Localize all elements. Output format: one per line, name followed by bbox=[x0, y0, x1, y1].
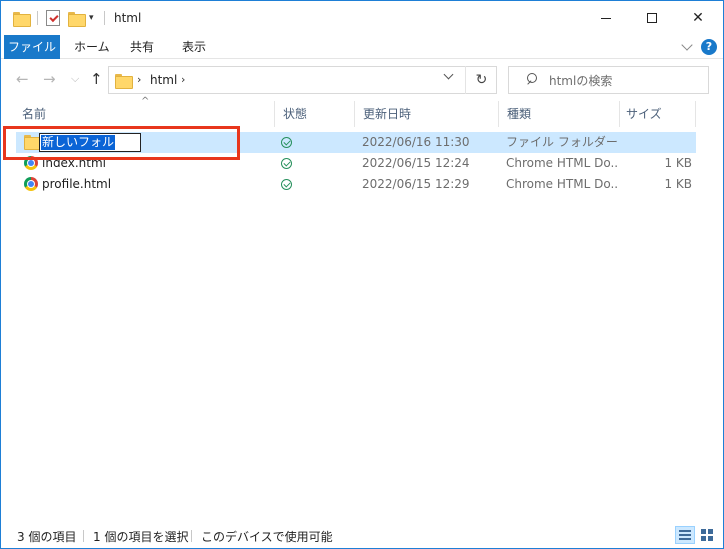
file-type: Chrome HTML Do... bbox=[506, 177, 618, 191]
column-size[interactable]: サイズ bbox=[620, 101, 695, 127]
column-status[interactable]: 状態 bbox=[277, 101, 354, 127]
address-dropdown-icon[interactable] bbox=[443, 69, 454, 80]
tab-share[interactable]: 共有 bbox=[121, 35, 163, 59]
file-size: 1 KB bbox=[664, 177, 692, 191]
tab-home[interactable]: ホーム bbox=[65, 35, 119, 59]
item-count: 3 個の項目 bbox=[17, 530, 77, 544]
column-divider[interactable] bbox=[498, 101, 499, 127]
synced-status-icon bbox=[281, 179, 292, 190]
search-icon bbox=[526, 73, 537, 84]
toolbar-divider bbox=[104, 11, 105, 25]
file-size bbox=[626, 132, 692, 153]
column-type[interactable]: 種類 bbox=[501, 101, 618, 127]
tab-view[interactable]: 表示 bbox=[173, 35, 215, 59]
back-button[interactable]: ← bbox=[16, 70, 29, 88]
breadcrumb-html[interactable]: html bbox=[150, 73, 177, 87]
minimize-button[interactable] bbox=[583, 1, 629, 35]
details-view-button[interactable] bbox=[675, 526, 695, 544]
expand-ribbon-icon[interactable] bbox=[681, 39, 693, 51]
modified-date: 2022/06/16 11:30 bbox=[362, 135, 470, 149]
customize-toolbar-dropdown-icon[interactable]: ▾ bbox=[89, 9, 94, 27]
toolbar-divider bbox=[37, 11, 38, 25]
column-headers: ^ 名前 状態 更新日時 種類 サイズ bbox=[1, 96, 723, 127]
modified-date: 2022/06/15 12:24 bbox=[362, 156, 470, 170]
maximize-button[interactable] bbox=[629, 1, 675, 35]
help-icon[interactable]: ? bbox=[701, 39, 717, 55]
address-bar[interactable]: › html › bbox=[108, 66, 497, 94]
column-divider[interactable] bbox=[354, 101, 355, 127]
synced-status-icon bbox=[281, 137, 292, 148]
file-name: profile.html bbox=[42, 177, 112, 191]
refresh-button[interactable]: ↻ bbox=[465, 66, 497, 94]
file-row-profile-html[interactable]: profile.html 2022/06/15 12:29 Chrome HTM… bbox=[16, 174, 696, 195]
column-modified[interactable]: 更新日時 bbox=[357, 101, 497, 127]
details-view-icon bbox=[679, 530, 691, 540]
status-divider bbox=[83, 530, 84, 542]
large-icons-view-button[interactable] bbox=[697, 526, 717, 544]
column-divider[interactable] bbox=[695, 101, 696, 127]
ribbon-controls: ? bbox=[681, 39, 717, 55]
modified-date: 2022/06/15 12:29 bbox=[362, 177, 470, 191]
close-icon: ✕ bbox=[692, 10, 704, 26]
file-type: Chrome HTML Do... bbox=[506, 156, 618, 170]
up-button[interactable]: ↑ bbox=[90, 70, 103, 88]
search-input[interactable] bbox=[549, 72, 699, 89]
search-box[interactable] bbox=[508, 66, 709, 94]
column-name[interactable]: 名前 bbox=[16, 101, 274, 127]
close-button[interactable]: ✕ bbox=[675, 1, 721, 35]
status-divider bbox=[191, 530, 192, 542]
quick-access-folder-icon[interactable] bbox=[13, 9, 31, 27]
maximize-icon bbox=[647, 13, 657, 23]
selected-count: 1 個の項目を選択 bbox=[93, 530, 189, 544]
column-divider[interactable] bbox=[274, 101, 275, 127]
recent-locations-button[interactable]: ⌵ bbox=[71, 72, 79, 86]
synced-status-icon bbox=[281, 158, 292, 169]
window-title: html bbox=[114, 11, 142, 25]
breadcrumb-separator[interactable]: › bbox=[181, 73, 185, 86]
properties-icon[interactable] bbox=[46, 9, 60, 27]
address-folder-icon bbox=[115, 74, 133, 89]
annotation-highlight-box bbox=[3, 126, 240, 160]
large-icons-view-icon bbox=[701, 529, 713, 541]
tab-file[interactable]: ファイル bbox=[4, 35, 60, 59]
new-folder-icon[interactable] bbox=[68, 9, 86, 27]
forward-button[interactable]: → bbox=[43, 70, 56, 88]
breadcrumb-separator: › bbox=[137, 73, 142, 86]
file-explorer-window: ▾ html ✕ ファイル ホーム 共有 表示 ? ← → ⌵ ↑ › html… bbox=[0, 0, 724, 549]
refresh-icon: ↻ bbox=[475, 72, 488, 88]
ribbon-tabs: ファイル ホーム 共有 表示 ? bbox=[1, 35, 723, 59]
navigation-bar: ← → ⌵ ↑ › html › ↻ bbox=[1, 59, 723, 101]
title-bar: ▾ html ✕ bbox=[1, 1, 723, 35]
minimize-icon bbox=[601, 17, 611, 19]
availability-status: このデバイスで使用可能 bbox=[201, 530, 333, 544]
file-size: 1 KB bbox=[664, 156, 692, 170]
status-bar: 3 個の項目 1 個の項目を選択 このデバイスで使用可能 bbox=[1, 523, 723, 548]
chrome-icon bbox=[24, 177, 38, 191]
file-type: ファイル フォルダー bbox=[506, 135, 618, 149]
